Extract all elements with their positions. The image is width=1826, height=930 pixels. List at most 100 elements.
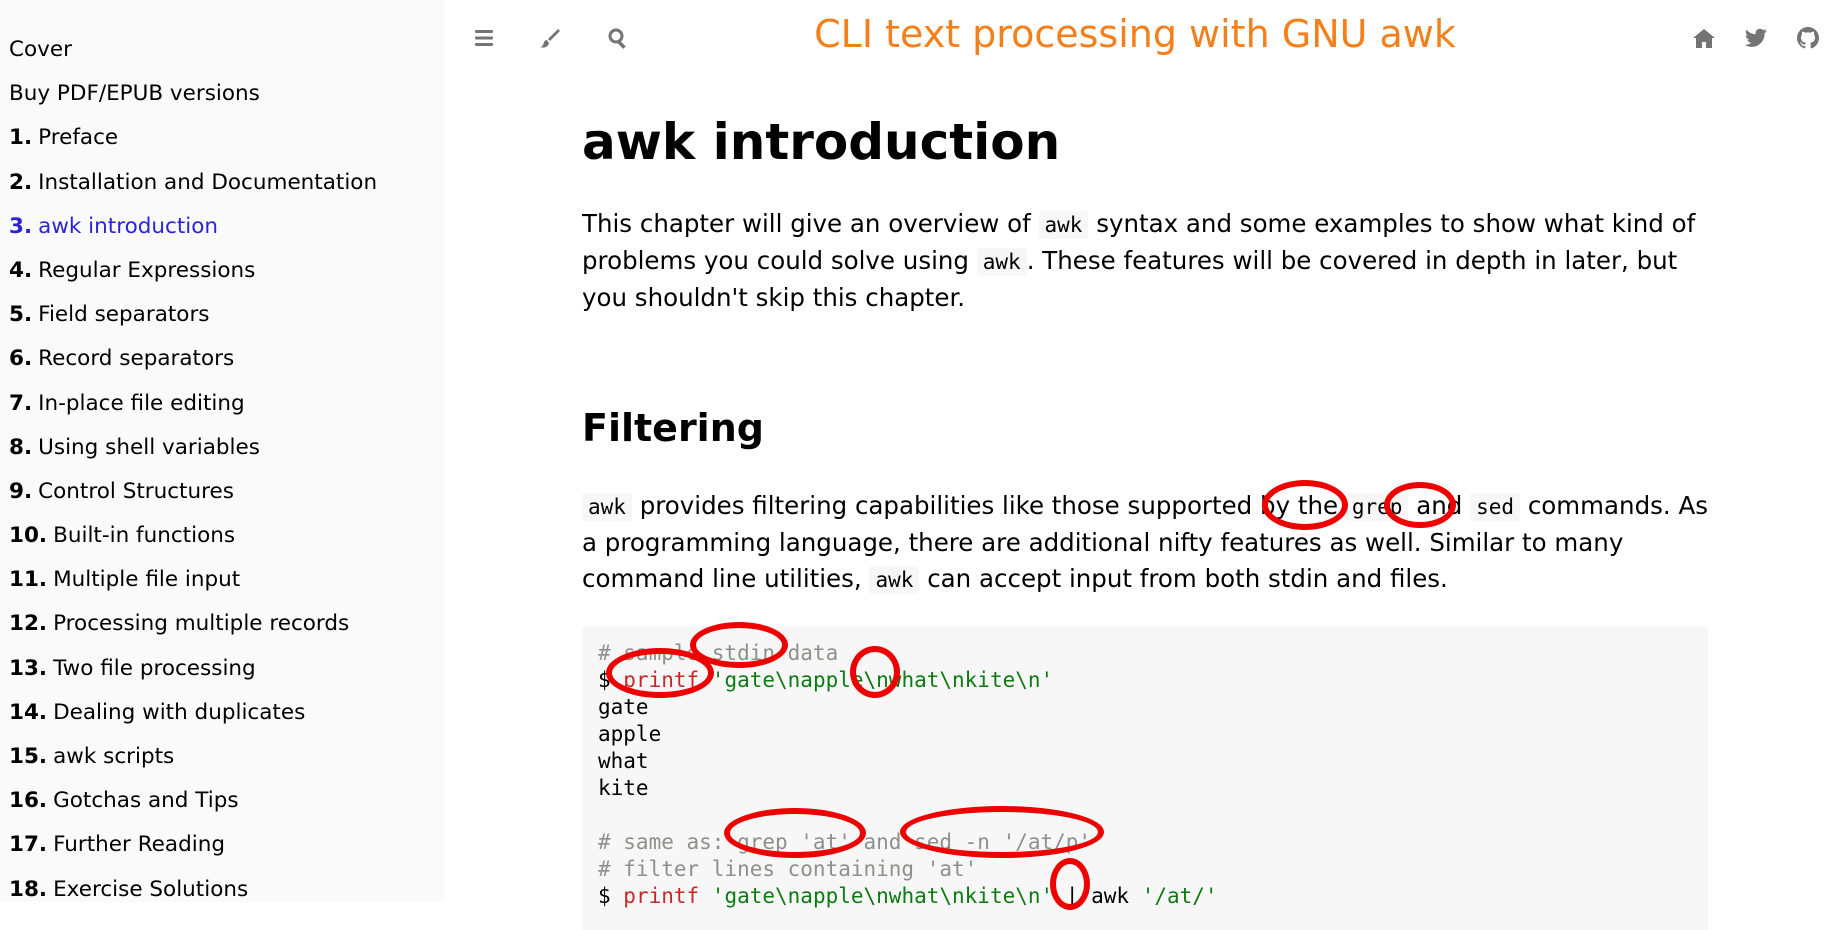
sidebar-item-number: 12. bbox=[9, 611, 48, 637]
intro-paragraph: This chapter will give an overview of aw… bbox=[582, 206, 1708, 316]
sidebar-item[interactable]: 6. Record separators bbox=[9, 337, 444, 381]
section-title: Filtering bbox=[582, 406, 764, 450]
sidebar-item-label: Processing multiple records bbox=[53, 611, 350, 637]
sidebar-item[interactable]: 4. Regular Expressions bbox=[9, 249, 444, 293]
sidebar-item-label: Cover bbox=[9, 37, 72, 62]
sidebar-item-number: 6. bbox=[9, 346, 33, 372]
code-awk: awk bbox=[1091, 883, 1142, 908]
sidebar-item-label: Exercise Solutions bbox=[53, 876, 249, 902]
sidebar-item-number: 8. bbox=[9, 434, 33, 460]
main-content: awk introduction This chapter will give … bbox=[582, 100, 1708, 930]
sidebar-item[interactable]: 1. Preface bbox=[9, 116, 444, 160]
sidebar-item-number: 2. bbox=[9, 169, 33, 195]
twitter-icon bbox=[1744, 28, 1767, 47]
sidebar-item[interactable]: 3. awk introduction bbox=[9, 205, 444, 249]
sidebar-item-label: Gotchas and Tips bbox=[53, 788, 239, 814]
inline-code: awk bbox=[869, 565, 920, 594]
prompt: $ bbox=[598, 883, 624, 908]
sidebar-item[interactable]: 5. Field separators bbox=[9, 293, 444, 337]
sidebar-item-label: awk introduction bbox=[38, 213, 219, 239]
sidebar-item-number: 10. bbox=[9, 523, 48, 549]
sidebar-item[interactable]: 11. Multiple file input bbox=[9, 558, 444, 602]
inline-code: awk bbox=[1038, 211, 1089, 239]
sidebar-item[interactable]: 18. Exercise Solutions bbox=[9, 868, 444, 902]
code-command: printf bbox=[623, 883, 700, 908]
home-icon bbox=[1693, 29, 1715, 48]
code-comment: # sample stdin data bbox=[598, 640, 839, 665]
code-string: '/at/' bbox=[1141, 883, 1218, 908]
inline-code: grep bbox=[1345, 492, 1409, 521]
sidebar-item[interactable]: Buy PDF/EPUB versions bbox=[9, 72, 444, 116]
sidebar-item[interactable]: 2. Installation and Documentation bbox=[9, 161, 444, 205]
sidebar-item-number: 4. bbox=[9, 257, 33, 283]
github-icon bbox=[1797, 27, 1819, 49]
code-comment: # same as: grep 'at' and sed -n '/at/p' bbox=[598, 829, 1092, 854]
sidebar-item-number: 17. bbox=[9, 832, 48, 858]
twitter-button[interactable] bbox=[1736, 18, 1776, 58]
sidebar-item-number: 1. bbox=[9, 125, 33, 151]
text: provides filtering capabilities like tho… bbox=[631, 490, 1346, 520]
sidebar-item-number: 11. bbox=[9, 567, 48, 593]
sidebar-item-label: Record separators bbox=[38, 346, 235, 372]
sidebar-item[interactable]: 16. Gotchas and Tips bbox=[9, 779, 444, 823]
sidebar-item-label: Multiple file input bbox=[53, 567, 241, 593]
code-command: printf bbox=[623, 667, 700, 692]
sidebar-item[interactable]: Cover bbox=[9, 28, 444, 72]
sidebar-item-label: Installation and Documentation bbox=[38, 169, 378, 195]
text: can accept input from both stdin and fil… bbox=[919, 563, 1448, 593]
sidebar-item[interactable]: 14. Dealing with duplicates bbox=[9, 691, 444, 735]
sidebar-item-number: 18. bbox=[9, 876, 48, 902]
sidebar-item[interactable]: 8. Using shell variables bbox=[9, 426, 444, 470]
github-button[interactable] bbox=[1788, 18, 1826, 58]
sidebar-item-label: Control Structures bbox=[38, 478, 234, 504]
code-output: apple bbox=[598, 721, 662, 746]
sidebar-item-number: 13. bbox=[9, 655, 48, 681]
sidebar-item-label: Two file processing bbox=[53, 655, 256, 681]
sidebar-item[interactable]: 13. Two file processing bbox=[9, 647, 444, 691]
inline-code: awk bbox=[582, 492, 632, 521]
sidebar-item[interactable]: 17. Further Reading bbox=[9, 823, 444, 867]
code-output: what bbox=[598, 748, 649, 773]
sidebar-item-label: Using shell variables bbox=[38, 434, 260, 460]
sidebar-item-number: 5. bbox=[9, 302, 33, 328]
sidebar-item-label: Regular Expressions bbox=[38, 257, 256, 283]
sidebar-item[interactable]: 15. awk scripts bbox=[9, 735, 444, 779]
text: and bbox=[1408, 490, 1471, 520]
text: This chapter will give an overview of bbox=[582, 209, 1039, 238]
table-of-contents: Cover Buy PDF/EPUB versions 1. Preface 2. Ins… bbox=[0, 0, 444, 902]
home-button[interactable] bbox=[1684, 18, 1724, 58]
sidebar-item-label: awk scripts bbox=[53, 744, 175, 769]
sidebar-item-label: Built-in functions bbox=[53, 523, 236, 549]
sidebar-item[interactable]: 9. Control Structures bbox=[9, 470, 444, 514]
sidebar-item-label: Buy PDF/EPUB versions bbox=[9, 81, 260, 107]
sidebar-item-number: 15. bbox=[9, 744, 48, 769]
code-output: gate bbox=[598, 694, 649, 719]
book-title: CLI text processing with GNU awk bbox=[814, 12, 1456, 56]
sidebar-item-label: Preface bbox=[38, 125, 119, 151]
sidebar-item-number: 7. bbox=[9, 390, 33, 416]
sidebar-item-number: 3. bbox=[9, 213, 33, 239]
sidebar-item-number: 9. bbox=[9, 478, 33, 504]
code-string: 'gate\napple\nwhat\nkite\n' bbox=[699, 883, 1054, 908]
sidebar-item-number: 16. bbox=[9, 788, 48, 814]
sidebar-item-number: 14. bbox=[9, 699, 48, 725]
filtering-paragraph: awk provides filtering capabilities like… bbox=[582, 488, 1708, 598]
code-block[interactable]: # sample stdin data $ printf 'gate\nappl… bbox=[582, 625, 1708, 930]
sidebar-item-label: Field separators bbox=[38, 302, 210, 328]
sidebar: Cover Buy PDF/EPUB versions 1. Preface 2. Ins… bbox=[0, 0, 444, 902]
inline-code: awk bbox=[976, 248, 1027, 276]
code-output: kite bbox=[598, 775, 649, 800]
menu-bar: CLI text processing with GNU awk bbox=[444, 0, 1826, 76]
sidebar-item[interactable]: 12. Processing multiple records bbox=[9, 602, 444, 646]
sidebar-item-label: Further Reading bbox=[53, 832, 225, 858]
page-title: awk introduction bbox=[582, 113, 1061, 171]
code-string: 'gate\napple\nwhat\nkite\n' bbox=[699, 667, 1054, 692]
sidebar-item-label: Dealing with duplicates bbox=[53, 699, 306, 725]
sidebar-item[interactable]: 7. In-place file editing bbox=[9, 382, 444, 426]
sidebar-item[interactable]: 10. Built-in functions bbox=[9, 514, 444, 558]
sidebar-item-label: In-place file editing bbox=[38, 390, 245, 416]
prompt: $ bbox=[598, 667, 624, 692]
inline-code: sed bbox=[1470, 492, 1521, 521]
pipe: | bbox=[1053, 883, 1092, 908]
code-comment: # filter lines containing 'at' bbox=[598, 856, 978, 881]
